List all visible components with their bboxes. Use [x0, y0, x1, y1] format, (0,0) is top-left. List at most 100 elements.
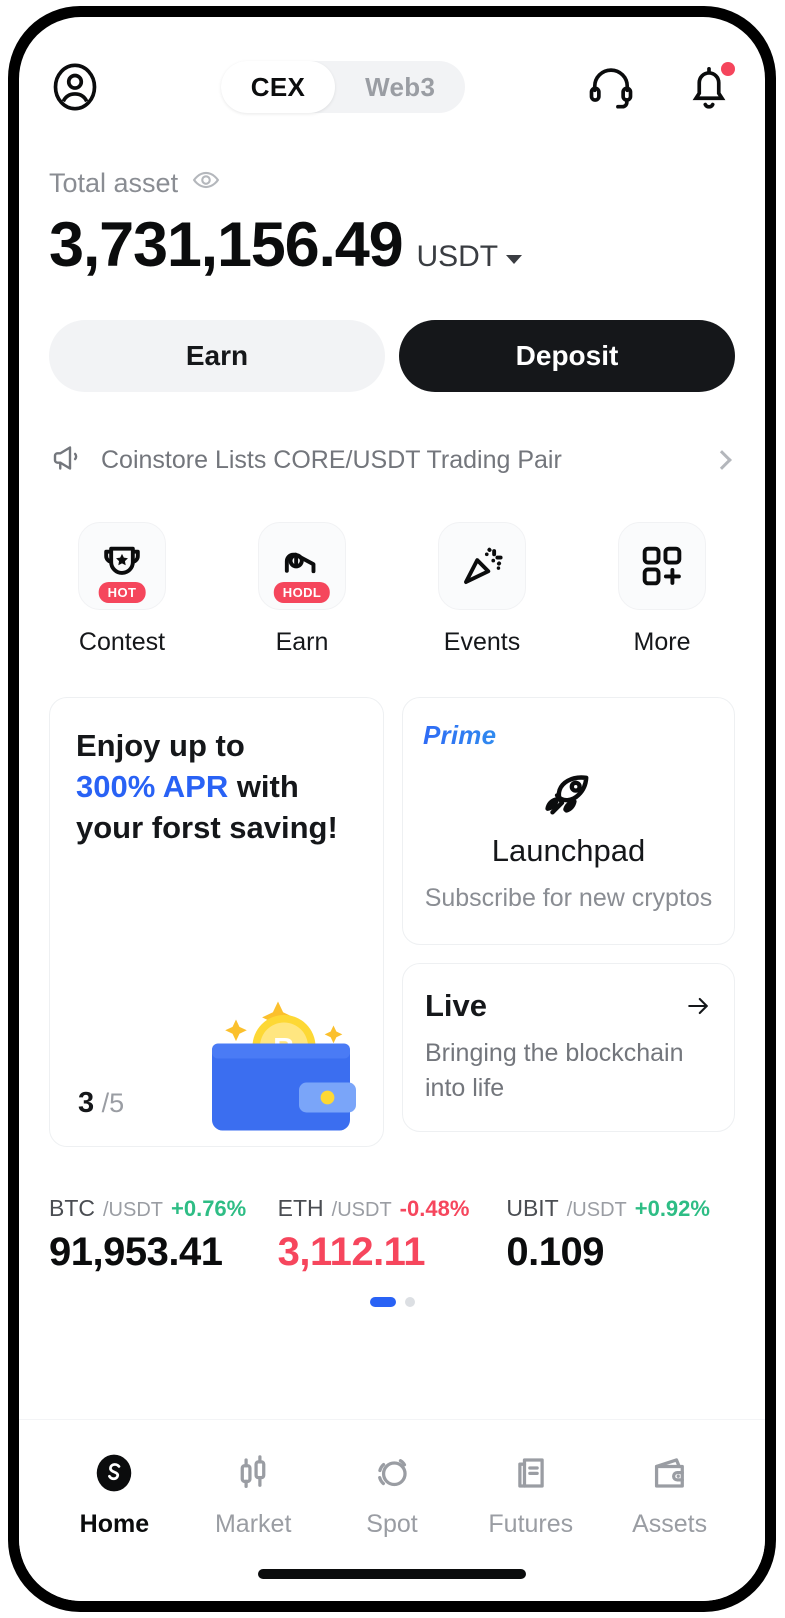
announcement-text: Coinstore Lists CORE/USDT Trading Pair	[101, 445, 562, 474]
tab-web3[interactable]: Web3	[335, 61, 465, 113]
total-asset-label-row: Total asset	[49, 165, 735, 202]
nav-item-spot[interactable]: Spot	[323, 1450, 462, 1539]
ticker-price: 0.109	[506, 1230, 604, 1275]
live-title: Live	[425, 988, 488, 1024]
pager-current: 3	[78, 1087, 95, 1120]
wallet-icon	[654, 1458, 684, 1488]
deposit-button[interactable]: Deposit	[399, 320, 735, 393]
nav-label: Market	[214, 1510, 292, 1538]
pager-total: /5	[101, 1088, 125, 1119]
announcement-banner[interactable]: Coinstore Lists CORE/USDT Trading Pair	[49, 436, 735, 484]
nav-label: Home	[79, 1510, 150, 1538]
home-logo-icon	[97, 1454, 132, 1492]
currency-selector[interactable]: USDT	[416, 240, 523, 274]
ticker-item[interactable]: UBIT /USDT +0.92% 0.109	[506, 1195, 735, 1275]
primary-actions: Earn Deposit	[49, 320, 735, 393]
contest-badge: HOT	[98, 582, 146, 604]
quick-action-contest[interactable]: HOT Contest	[63, 522, 181, 657]
ticker-change: -0.48%	[399, 1196, 470, 1222]
chevron-down-icon	[506, 254, 523, 264]
app-header: CEX Web3	[49, 17, 735, 135]
spot-trade-icon	[378, 1459, 407, 1487]
balance-row: 3,731,156.49 USDT	[49, 212, 735, 278]
earn-button[interactable]: Earn	[49, 320, 385, 393]
home-indicator	[258, 1569, 526, 1579]
bell-icon[interactable]	[683, 61, 735, 113]
ticker-header: ETH /USDT -0.48%	[278, 1195, 507, 1222]
ticker-quote: /USDT	[103, 1199, 163, 1222]
contest-tile[interactable]: HOT	[78, 522, 166, 611]
earn-tile[interactable]: HODL	[258, 522, 346, 611]
launchpad-card[interactable]: Prime Launchpad Subscribe for new crypto…	[402, 697, 735, 946]
futures-doc-icon	[518, 1458, 544, 1488]
chevron-right-icon	[712, 450, 732, 471]
saving-line1: Enjoy up to	[76, 728, 245, 764]
phone-frame: CEX Web3 Total asset 3,731,156.49 USDT E…	[8, 6, 776, 1612]
ticker-item[interactable]: BTC /USDT +0.76% 91,953.41	[49, 1195, 278, 1275]
prime-tag: Prime	[423, 720, 714, 751]
saving-promo-text: Enjoy up to 300% APR with your forst sav…	[76, 726, 357, 849]
saving-line3: your forst saving!	[76, 809, 338, 845]
live-header: Live	[425, 988, 712, 1024]
promo-pagination: 3 /5	[78, 1087, 124, 1120]
total-asset-amount: 3,731,156.49	[49, 210, 404, 280]
ticker-pair: ETH	[277, 1195, 324, 1222]
nav-item-futures[interactable]: Futures	[461, 1450, 600, 1539]
launchpad-title: Launchpad	[491, 833, 646, 869]
nav-item-market[interactable]: Market	[184, 1450, 323, 1539]
ticker-pair: UBIT	[506, 1195, 559, 1222]
mode-switch[interactable]: CEX Web3	[220, 61, 466, 113]
headset-icon[interactable]	[585, 61, 637, 113]
grid-plus-icon	[642, 546, 682, 586]
ticker-price: 91,953.41	[49, 1230, 223, 1275]
rocket-icon	[544, 775, 588, 815]
saving-accent: 300% APR	[76, 769, 229, 805]
carousel-dot[interactable]	[404, 1297, 415, 1308]
arrow-right-icon	[688, 998, 708, 1015]
quick-action-label: Contest	[78, 628, 166, 657]
quick-action-label: More	[633, 628, 691, 657]
nav-label: Futures	[488, 1510, 574, 1538]
megaphone-icon	[49, 440, 85, 481]
currency-label: USDT	[416, 240, 499, 273]
promo-section: Enjoy up to 300% APR with your forst sav…	[49, 697, 735, 1148]
wallet-bitcoin-icon: B	[212, 1001, 356, 1131]
eye-icon[interactable]	[191, 165, 221, 202]
quick-action-label: Earn	[275, 628, 329, 657]
ticker-quote: /USDT	[566, 1199, 627, 1222]
live-card[interactable]: Live Bringing the blockchain into life	[402, 963, 735, 1133]
promo-right-column: Prime Launchpad Subscribe for new crypto…	[402, 697, 735, 1147]
quick-action-more[interactable]: More	[603, 522, 721, 657]
confetti-icon	[464, 547, 503, 585]
nav-item-assets[interactable]: Assets	[600, 1450, 739, 1539]
quick-action-earn[interactable]: HODL Earn	[243, 522, 361, 657]
ticker-header: UBIT /USDT +0.92%	[506, 1195, 735, 1222]
quick-action-events[interactable]: Events	[423, 522, 541, 657]
candlestick-icon	[240, 1455, 266, 1489]
ticker-header: BTC /USDT +0.76%	[49, 1195, 278, 1222]
user-circle-icon[interactable]	[49, 61, 101, 113]
live-subtitle: Bringing the blockchain into life	[425, 1039, 684, 1102]
carousel-dot-active[interactable]	[369, 1297, 396, 1308]
ticker-pair: BTC	[49, 1195, 95, 1222]
nav-label: Spot	[366, 1510, 418, 1538]
carousel-indicator[interactable]	[49, 1297, 735, 1308]
nav-item-home[interactable]: Home	[45, 1450, 184, 1539]
ticker-change: +0.76%	[171, 1196, 247, 1222]
launchpad-subtitle: Subscribe for new cryptos	[424, 884, 713, 913]
app-screen: CEX Web3 Total asset 3,731,156.49 USDT E…	[19, 17, 765, 1601]
quick-actions: HOT Contest HODL Earn Events More	[49, 522, 735, 657]
saving-promo-card[interactable]: Enjoy up to 300% APR with your forst sav…	[49, 697, 384, 1148]
quick-action-label: Events	[443, 628, 521, 657]
ticker-change: +0.92%	[634, 1196, 710, 1222]
saving-line2-tail: with	[228, 769, 299, 805]
notification-badge	[720, 62, 735, 76]
header-actions	[585, 61, 735, 113]
events-tile[interactable]	[438, 522, 526, 611]
ticker-row: BTC /USDT +0.76% 91,953.41 ETH /USDT -0.…	[49, 1195, 735, 1275]
nav-label: Assets	[632, 1510, 708, 1538]
more-tile[interactable]	[618, 522, 706, 611]
ticker-item[interactable]: ETH /USDT -0.48% 3,112.11	[278, 1195, 507, 1275]
tab-cex[interactable]: CEX	[220, 61, 336, 113]
ticker-price: 3,112.11	[277, 1230, 426, 1275]
